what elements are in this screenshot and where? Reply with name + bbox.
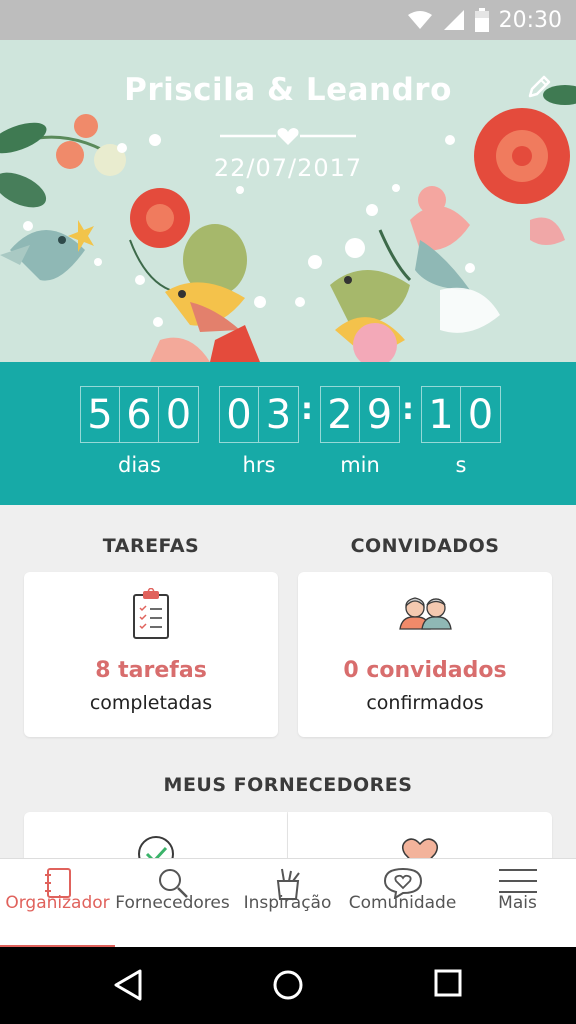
minutes-digit-2: 9 (366, 391, 393, 438)
minutes-digits: 2 9 (320, 386, 400, 443)
days-digit-2: 6 (120, 387, 159, 442)
vendors-title: MEUS FORNECEDORES (163, 774, 413, 796)
countdown-minutes: 2 9 min (320, 386, 400, 477)
hours-digit-2: 3 (265, 391, 292, 438)
wifi-icon (407, 11, 432, 29)
hours-digits: 0 3 (219, 386, 299, 443)
countdown-seconds: 1 0 s (421, 386, 501, 477)
signal-icon (443, 10, 464, 30)
nav-label: Mais (498, 893, 537, 913)
home-icon[interactable] (272, 969, 304, 1001)
seconds-digit-2: 0 (467, 391, 494, 438)
countdown-days: 5 6 0 dias (80, 386, 199, 477)
tasks-status: completadas (89, 692, 213, 714)
days-digit-3: 0 (165, 391, 192, 438)
guests-card[interactable]: 0 convidados confirmados (298, 572, 552, 737)
guests-status: confirmados (366, 692, 484, 714)
countdown-hours: 0 3 hrs (219, 386, 299, 477)
clock: 20:30 (498, 7, 562, 33)
wedding-date: 22/07/2017 (213, 154, 363, 182)
nav-more[interactable]: Mais (460, 859, 575, 948)
countdown-panel: 5 6 0 dias 0 3 hrs : 2 9 min : 1 0 s (0, 362, 576, 505)
colon-separator: : (301, 392, 313, 427)
edit-pencil-icon[interactable] (524, 72, 554, 102)
system-navigation-bar (0, 947, 576, 1024)
seconds-label: s (455, 453, 467, 477)
nav-label: Organizador (5, 893, 110, 913)
nav-label: Inspiração (243, 893, 332, 913)
nav-vendors[interactable]: Fornecedores (115, 859, 230, 948)
nav-organizer[interactable]: Organizador (0, 859, 115, 948)
days-digit-1: 5 (81, 387, 120, 442)
nav-community[interactable]: Comunidade (345, 859, 460, 948)
seconds-digits: 1 0 (421, 386, 501, 443)
seconds-digit-1: 1 (422, 387, 461, 442)
nav-label: Comunidade (348, 893, 457, 913)
status-bar: 20:30 (0, 0, 576, 40)
days-digits: 5 6 0 (80, 386, 199, 443)
hours-label: hrs (242, 453, 276, 477)
clipboard-icon (133, 588, 169, 639)
battery-icon (474, 8, 489, 32)
wedding-header: Priscila & Leandro 22/07/2017 (0, 40, 576, 362)
tasks-card[interactable]: 8 tarefas completadas (24, 572, 278, 737)
tasks-count: 8 tarefas (95, 658, 207, 683)
colon-separator: : (402, 392, 414, 427)
heart-divider-icon (220, 128, 356, 145)
recents-icon[interactable] (434, 969, 462, 997)
back-icon[interactable] (113, 969, 143, 1001)
bottom-navigation: Organizador Fornecedores Inspiração Comu… (0, 858, 576, 948)
guests-count: 0 convidados (343, 658, 507, 683)
tasks-title: TAREFAS (102, 535, 200, 557)
nav-label: Fornecedores (115, 893, 230, 913)
nav-inspiration[interactable]: Inspiração (230, 859, 345, 948)
guests-couple-icon (399, 597, 452, 630)
hours-digit-1: 0 (220, 387, 259, 442)
guests-title: CONVIDADOS (350, 535, 500, 557)
minutes-label: min (340, 453, 380, 477)
couple-names: Priscila & Leandro (124, 72, 452, 108)
days-label: dias (118, 453, 161, 477)
minutes-digit-1: 2 (321, 387, 360, 442)
